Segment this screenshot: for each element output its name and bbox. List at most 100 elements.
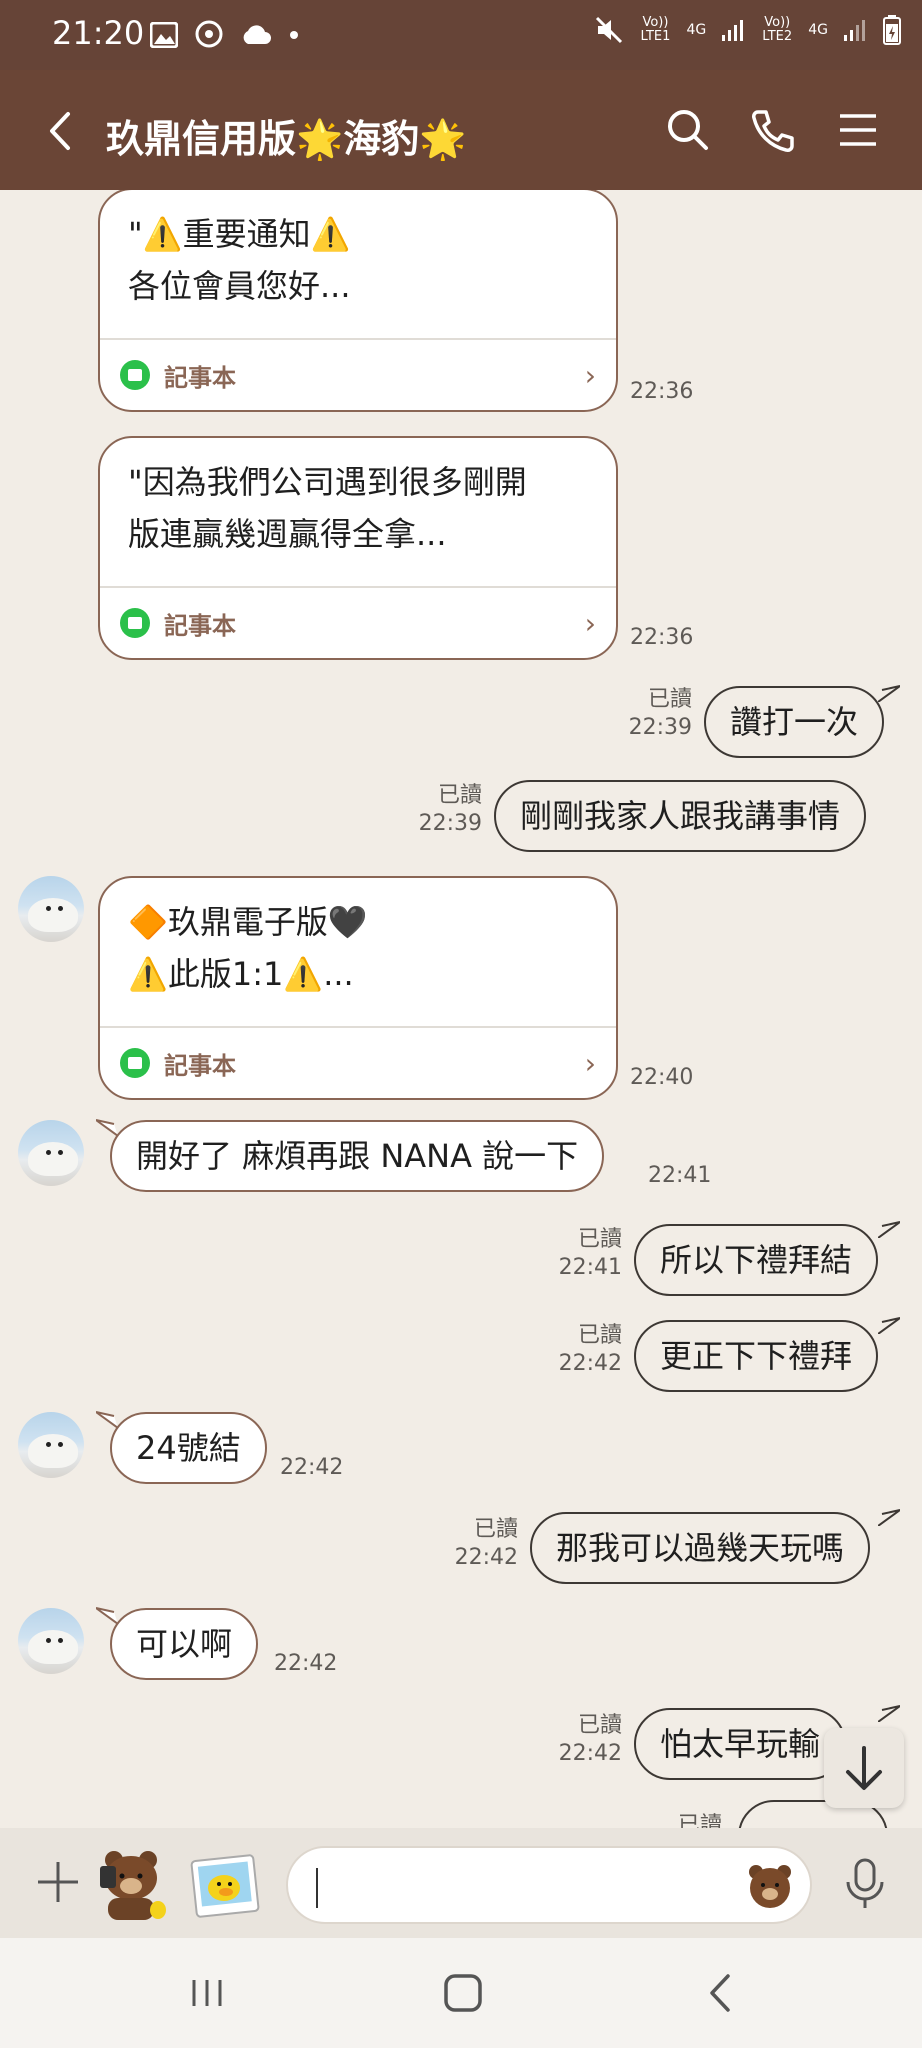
bubble-tail	[96, 1411, 118, 1428]
chevron-right-icon: ›	[584, 1046, 596, 1080]
sent-bubble[interactable]: 怕太早玩輸	[634, 1708, 847, 1780]
message-text-field[interactable]	[288, 1848, 810, 1922]
message-status: 已讀 22:42	[540, 1322, 622, 1378]
received-bubble[interactable]: 可以啊	[110, 1608, 259, 1680]
brown-bear-sticker-icon[interactable]	[96, 1846, 172, 1922]
note-footer[interactable]: 記事本 ›	[100, 338, 616, 410]
scroll-down-icon	[846, 1746, 882, 1790]
message-status: 已讀 22:42	[540, 1712, 622, 1768]
nav-back-icon[interactable]	[696, 1968, 746, 2018]
back-icon[interactable]	[40, 106, 80, 156]
network-label-1: 4G	[686, 22, 707, 38]
bear-emoji-icon[interactable]	[744, 1860, 796, 1912]
sent-bubble[interactable]: 那我可以過幾天玩嗎	[530, 1512, 871, 1584]
bubble-tail	[878, 1509, 900, 1526]
chat-header: 玖鼎信用版🌟海豹🌟	[0, 70, 922, 190]
signal-icon-1	[722, 20, 744, 41]
chat-title: 玖鼎信用版🌟海豹🌟	[106, 117, 467, 161]
read-receipt: 已讀	[577, 1323, 622, 1348]
sent-bubble[interactable]: 讚打一次	[704, 686, 885, 758]
avatar[interactable]	[18, 1120, 84, 1186]
line-note-icon	[120, 1048, 150, 1078]
message-time: 22:42	[454, 1545, 518, 1570]
chevron-right-icon: ›	[584, 358, 596, 392]
location-app-icon	[195, 20, 223, 48]
plus-icon[interactable]	[34, 1858, 82, 1906]
avatar[interactable]	[18, 876, 84, 942]
message-input-bar	[0, 1828, 922, 1938]
message-status: 已讀 22:42	[436, 1516, 518, 1572]
read-receipt: 已讀	[647, 687, 692, 712]
text-caret	[316, 1868, 318, 1908]
note-text: 🔶玖鼎電子版🖤 ⚠️此版1:1⚠️...	[128, 903, 368, 993]
note-text: "因為我們公司遇到很多剛開 版連贏幾週贏得全拿...	[128, 463, 527, 553]
message-status: 已讀 22:39	[400, 782, 482, 838]
message-time: 22:42	[558, 1741, 622, 1766]
sent-bubble[interactable]: 更正下下禮拜	[634, 1320, 879, 1392]
sim2-label: Vo)) LTE2	[762, 15, 793, 44]
sim1-label: Vo)) LTE1	[640, 15, 671, 44]
phone-icon[interactable]	[748, 106, 796, 154]
avatar[interactable]	[18, 1608, 84, 1674]
note-card[interactable]: 🔶玖鼎電子版🖤 ⚠️此版1:1⚠️... 記事本 ›	[98, 876, 618, 1100]
received-bubble[interactable]: 開好了 麻煩再跟 NANA 說一下	[110, 1120, 605, 1192]
gallery-icon	[150, 22, 178, 48]
network-label-2: 4G	[808, 22, 828, 38]
sent-bubble[interactable]: 所以下禮拜結	[634, 1224, 879, 1296]
message-status: 已讀 22:39	[612, 686, 692, 742]
battery-icon	[883, 15, 901, 45]
message-time: 22:39	[418, 811, 482, 836]
bubble-tail	[878, 1221, 900, 1238]
mute-icon	[596, 16, 623, 44]
read-receipt: 已讀	[577, 1227, 622, 1252]
menu-icon[interactable]	[834, 106, 882, 154]
read-receipt: 已讀	[473, 1517, 518, 1542]
message-time: 22:42	[280, 1455, 344, 1480]
sally-sticker-icon[interactable]	[188, 1846, 264, 1922]
search-icon[interactable]	[664, 106, 712, 154]
cloud-icon	[243, 25, 271, 44]
sent-bubble[interactable]: 剛剛我家人跟我講事情	[494, 780, 867, 852]
note-label: 記事本	[164, 611, 236, 640]
chat-area[interactable]: "⚠️重要通知⚠️ 各位會員您好... 記事本 › 22:36 "因為我們公司遇…	[0, 190, 922, 1828]
message-time: 22:39	[628, 715, 692, 740]
message-time: 22:36	[630, 625, 694, 650]
message-status: 已讀	[640, 1812, 722, 1828]
system-navigation-bar	[0, 1938, 922, 2048]
chevron-right-icon: ›	[584, 606, 596, 640]
message-time: 22:42	[558, 1351, 622, 1376]
status-bar: 21:20 Vo)) LTE1 4G Vo)) LTE2 4G	[0, 0, 922, 70]
bubble-tail	[96, 1119, 118, 1136]
line-note-icon	[120, 608, 150, 638]
message-status: 已讀 22:41	[540, 1226, 622, 1282]
received-bubble[interactable]: 24號結	[110, 1412, 267, 1484]
message-time: 22:36	[630, 379, 694, 404]
scroll-to-bottom-button[interactable]	[824, 1728, 904, 1808]
line-note-icon	[120, 360, 150, 390]
note-label: 記事本	[164, 1051, 236, 1080]
recents-icon[interactable]	[182, 1968, 232, 2018]
signal-icon-2	[844, 20, 865, 41]
read-receipt: 已讀	[577, 1713, 622, 1738]
bubble-tail	[878, 1705, 900, 1722]
bubble-tail	[878, 685, 900, 702]
home-icon[interactable]	[438, 1968, 488, 2018]
read-receipt: 已讀	[437, 783, 482, 808]
note-footer[interactable]: 記事本 ›	[100, 1026, 616, 1098]
message-time: 22:42	[274, 1651, 338, 1676]
message-input[interactable]	[286, 1846, 812, 1924]
avatar[interactable]	[18, 1412, 84, 1478]
note-footer[interactable]: 記事本 ›	[100, 586, 616, 658]
message-time: 22:40	[630, 1065, 694, 1090]
read-receipt: 已讀	[677, 1813, 722, 1828]
note-text: "⚠️重要通知⚠️ 各位會員您好...	[128, 215, 351, 305]
note-card[interactable]: "因為我們公司遇到很多剛開 版連贏幾週贏得全拿... 記事本 ›	[98, 436, 618, 660]
status-time: 21:20	[52, 14, 145, 52]
bubble-tail	[96, 1607, 118, 1624]
dot-icon	[290, 31, 298, 39]
note-label: 記事本	[164, 363, 236, 392]
message-time: 22:41	[558, 1255, 622, 1280]
message-time: 22:41	[648, 1163, 712, 1188]
mic-icon[interactable]	[840, 1856, 890, 1912]
note-card[interactable]: "⚠️重要通知⚠️ 各位會員您好... 記事本 ›	[98, 190, 618, 412]
